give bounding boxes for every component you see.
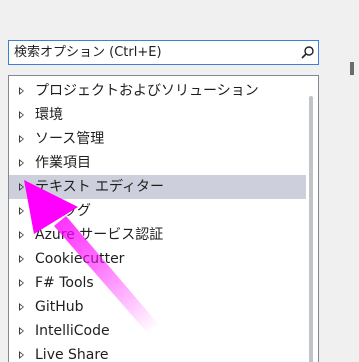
tree-item-label: デバッグ <box>35 203 91 219</box>
expand-arrow-icon[interactable] <box>19 327 24 335</box>
expand-arrow-icon[interactable] <box>19 135 24 143</box>
tree-item-environment[interactable]: 環境 <box>9 103 306 127</box>
tree-item-intellicode[interactable]: IntelliCode <box>9 319 306 343</box>
options-tree[interactable]: プロジェクトおよびソリューション 環境 ソース管理 作業項目 テキスト エディタ… <box>8 75 319 362</box>
tree-item-azure-auth[interactable]: Azure サービス認証 <box>9 223 306 247</box>
options-tree-list: プロジェクトおよびソリューション 環境 ソース管理 作業項目 テキスト エディタ… <box>9 79 306 362</box>
tree-item-cookiecutter[interactable]: Cookiecutter <box>9 247 306 271</box>
expand-arrow-icon[interactable] <box>19 87 24 95</box>
search-input[interactable] <box>9 41 299 64</box>
tree-item-source-control[interactable]: ソース管理 <box>9 127 306 151</box>
search-box[interactable] <box>8 40 319 65</box>
options-dialog: プロジェクトおよびソリューション 環境 ソース管理 作業項目 テキスト エディタ… <box>0 0 359 362</box>
tree-item-label: GitHub <box>35 299 84 315</box>
search-icon[interactable] <box>300 45 315 60</box>
expand-arrow-icon[interactable] <box>19 183 24 191</box>
expand-arrow-icon[interactable] <box>19 111 24 119</box>
tree-item-projects-solutions[interactable]: プロジェクトおよびソリューション <box>9 79 306 103</box>
tree-scrollbar-thumb[interactable] <box>309 96 313 362</box>
tree-item-work-items[interactable]: 作業項目 <box>9 151 306 175</box>
expand-arrow-icon[interactable] <box>19 231 24 239</box>
tree-item-label: IntelliCode <box>35 323 110 339</box>
tree-item-text-editor[interactable]: テキスト エディター <box>9 175 306 199</box>
tree-item-debugging[interactable]: デバッグ <box>9 199 306 223</box>
tree-item-label: Azure サービス認証 <box>35 227 164 243</box>
tree-item-label: Live Share <box>35 347 109 362</box>
tree-item-label: Cookiecutter <box>35 251 125 267</box>
tree-item-label: プロジェクトおよびソリューション <box>35 83 259 99</box>
tree-item-fsharp-tools[interactable]: F# Tools <box>9 271 306 295</box>
tree-item-label: 環境 <box>35 107 63 123</box>
tree-item-label: テキスト エディター <box>35 179 165 195</box>
expand-arrow-icon[interactable] <box>19 255 24 263</box>
tree-item-github[interactable]: GitHub <box>9 295 306 319</box>
expand-arrow-icon[interactable] <box>19 303 24 311</box>
tree-item-live-share[interactable]: Live Share <box>9 343 306 362</box>
expand-arrow-icon[interactable] <box>19 279 24 287</box>
tree-item-label: F# Tools <box>35 275 94 291</box>
expand-arrow-icon[interactable] <box>19 207 24 215</box>
expand-arrow-icon[interactable] <box>19 159 24 167</box>
tree-item-label: ソース管理 <box>35 131 105 147</box>
right-panel-edge <box>350 62 354 75</box>
tree-item-label: 作業項目 <box>35 155 91 171</box>
expand-arrow-icon[interactable] <box>19 351 24 359</box>
